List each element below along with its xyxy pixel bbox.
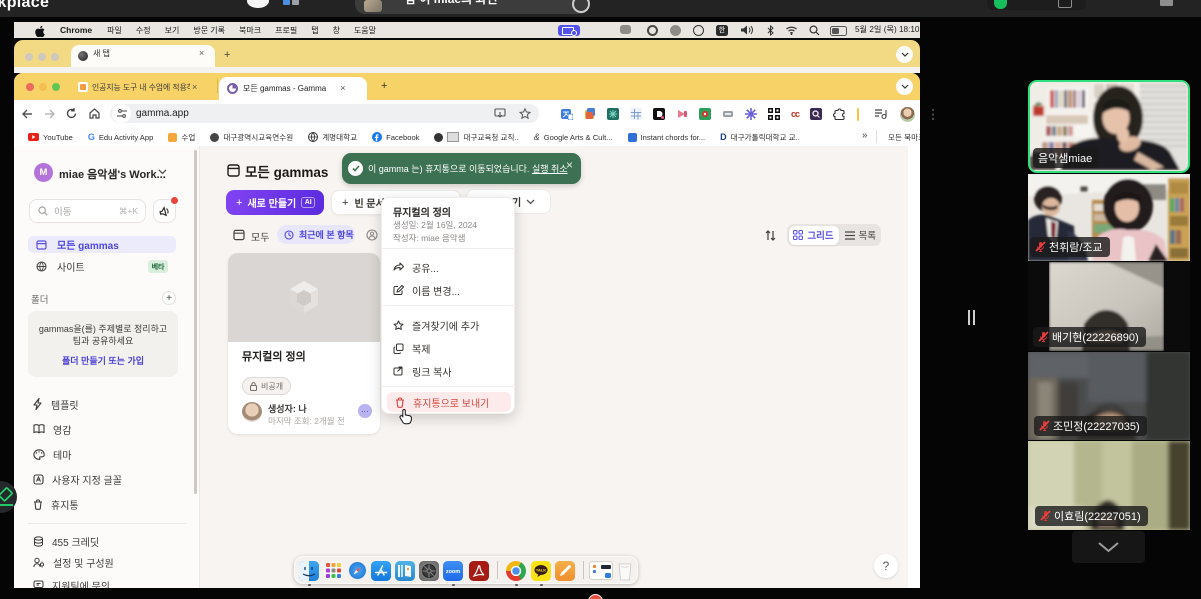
svg-text:TALK: TALK — [536, 567, 546, 572]
svg-text:zoom: zoom — [446, 569, 460, 574]
